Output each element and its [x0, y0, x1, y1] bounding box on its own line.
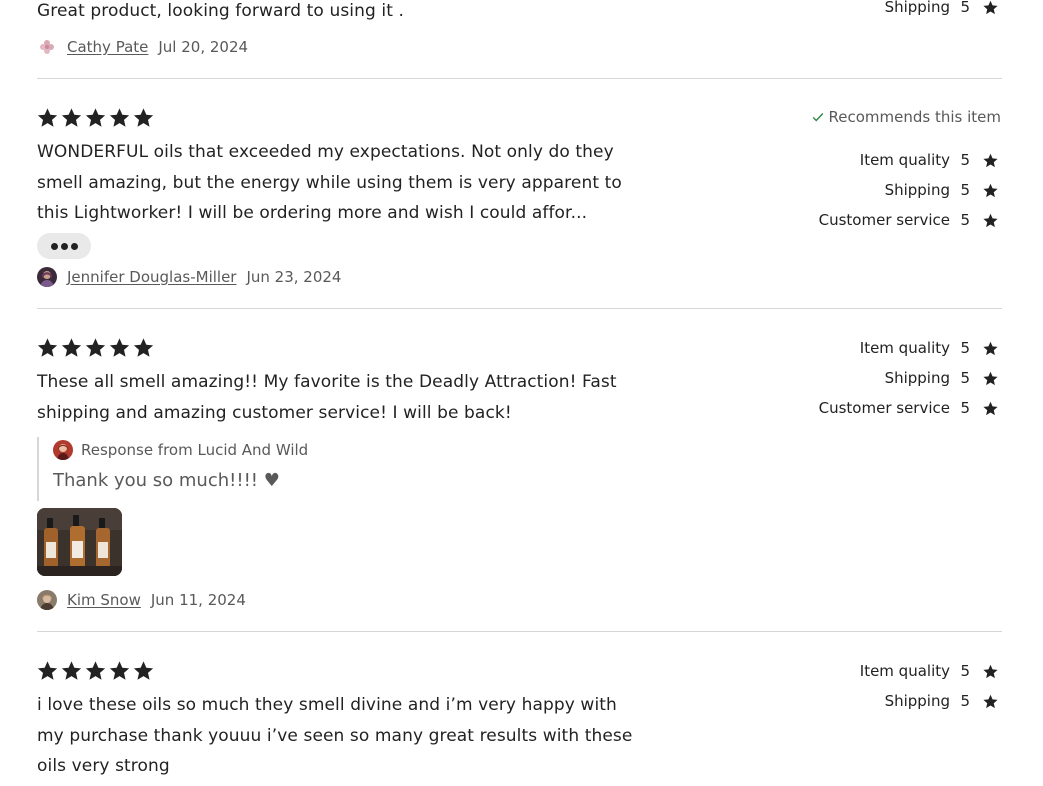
review-text: These all smell amazing!! My favorite is…	[37, 372, 617, 423]
star-icon	[133, 661, 154, 680]
avatar	[37, 590, 57, 610]
star-icon	[983, 401, 998, 415]
response-label: Response from Lucid And Wild	[81, 441, 309, 459]
star-icon	[983, 153, 998, 167]
rating-value: 5	[960, 181, 970, 199]
star-icon	[85, 108, 106, 127]
read-more-button[interactable]	[37, 233, 91, 259]
star-icon	[983, 694, 998, 708]
star-icon	[983, 213, 998, 227]
item-ratings: Shipping 5	[699, 0, 999, 22]
review-meta: Kim Snow Jun 11, 2024	[37, 590, 246, 610]
item-ratings: Item quality 5 Shipping 5	[699, 656, 999, 716]
review-photo-image	[37, 508, 122, 576]
rating-value: 5	[960, 662, 970, 680]
star-icon	[133, 338, 154, 357]
review-star-rating	[36, 660, 155, 682]
rating-label: Shipping	[884, 181, 950, 199]
review-meta: Cathy Pate Jul 20, 2024	[37, 37, 248, 57]
review-divider	[37, 78, 1002, 79]
rating-label: Customer service	[818, 211, 950, 229]
rating-value: 5	[960, 692, 970, 710]
star-icon	[85, 661, 106, 680]
rating-row-shipping: Shipping 5	[699, 0, 999, 22]
review-text: Great product, looking forward to using …	[37, 1, 404, 21]
review-date: Jun 23, 2024	[246, 268, 342, 286]
review-meta: Jennifer Douglas-Miller Jun 23, 2024	[37, 267, 341, 287]
recommends-label: Recommends this item	[828, 108, 1002, 126]
recommends-badge: Recommends this item	[811, 108, 1002, 126]
review-date: Jul 20, 2024	[158, 38, 249, 56]
item-ratings: Item quality 5 Shipping 5 Customer servi…	[699, 145, 999, 235]
rating-label: Shipping	[884, 369, 950, 387]
star-icon	[983, 341, 998, 355]
rating-value: 5	[960, 151, 970, 169]
rating-row-shipping: Shipping 5	[699, 175, 999, 205]
star-icon	[109, 338, 130, 357]
review-divider	[37, 631, 1002, 632]
rating-label: Item quality	[859, 339, 950, 357]
star-icon	[983, 0, 998, 14]
star-icon	[983, 183, 998, 197]
review-star-rating	[36, 337, 155, 359]
rating-row-shipping: Shipping 5	[699, 363, 999, 393]
author-link[interactable]: Kim Snow	[67, 591, 141, 609]
rating-row-item-quality: Item quality 5	[699, 656, 999, 686]
star-icon	[61, 108, 82, 127]
rating-value: 5	[960, 369, 970, 387]
rating-label: Item quality	[859, 151, 950, 169]
review-date: Jun 11, 2024	[150, 591, 246, 609]
review-text: i love these oils so much they smell div…	[37, 695, 633, 776]
rating-row-customer-service: Customer service 5	[699, 393, 999, 423]
star-icon	[85, 338, 106, 357]
star-icon	[983, 371, 998, 385]
star-icon	[61, 338, 82, 357]
star-icon	[37, 338, 58, 357]
review-star-rating	[36, 107, 155, 129]
rating-value: 5	[960, 339, 970, 357]
author-link[interactable]: Jennifer Douglas-Miller	[67, 268, 236, 286]
response-header: Response from Lucid And Wild	[53, 438, 597, 462]
seller-response: Response from Lucid And Wild Thank you s…	[37, 437, 597, 501]
avatar	[37, 267, 57, 287]
rating-label: Shipping	[884, 692, 950, 710]
star-icon	[109, 108, 130, 127]
review-divider	[37, 308, 1002, 309]
author-link[interactable]: Cathy Pate	[67, 38, 148, 56]
response-text: Thank you so much!!!! ♥	[53, 470, 280, 491]
review-photo[interactable]	[37, 508, 122, 576]
star-icon	[37, 661, 58, 680]
rating-label: Customer service	[818, 399, 950, 417]
rating-value: 5	[960, 399, 970, 417]
star-icon	[109, 661, 130, 680]
review-text: WONDERFUL oils that exceeded my expectat…	[37, 142, 622, 223]
more-dots-icon	[50, 242, 58, 250]
rating-row-item-quality: Item quality 5	[699, 145, 999, 175]
star-icon	[61, 661, 82, 680]
rating-row-shipping: Shipping 5	[699, 686, 999, 716]
shop-avatar	[53, 440, 73, 460]
rating-label: Shipping	[884, 0, 950, 16]
avatar	[37, 37, 57, 57]
rating-row-item-quality: Item quality 5	[699, 333, 999, 363]
star-icon	[37, 108, 58, 127]
item-ratings: Item quality 5 Shipping 5 Customer servi…	[699, 333, 999, 423]
check-icon	[812, 113, 823, 122]
rating-value: 5	[960, 211, 970, 229]
rating-label: Item quality	[859, 662, 950, 680]
rating-row-customer-service: Customer service 5	[699, 205, 999, 235]
star-icon	[983, 664, 998, 678]
star-icon	[133, 108, 154, 127]
rating-value: 5	[960, 0, 970, 16]
